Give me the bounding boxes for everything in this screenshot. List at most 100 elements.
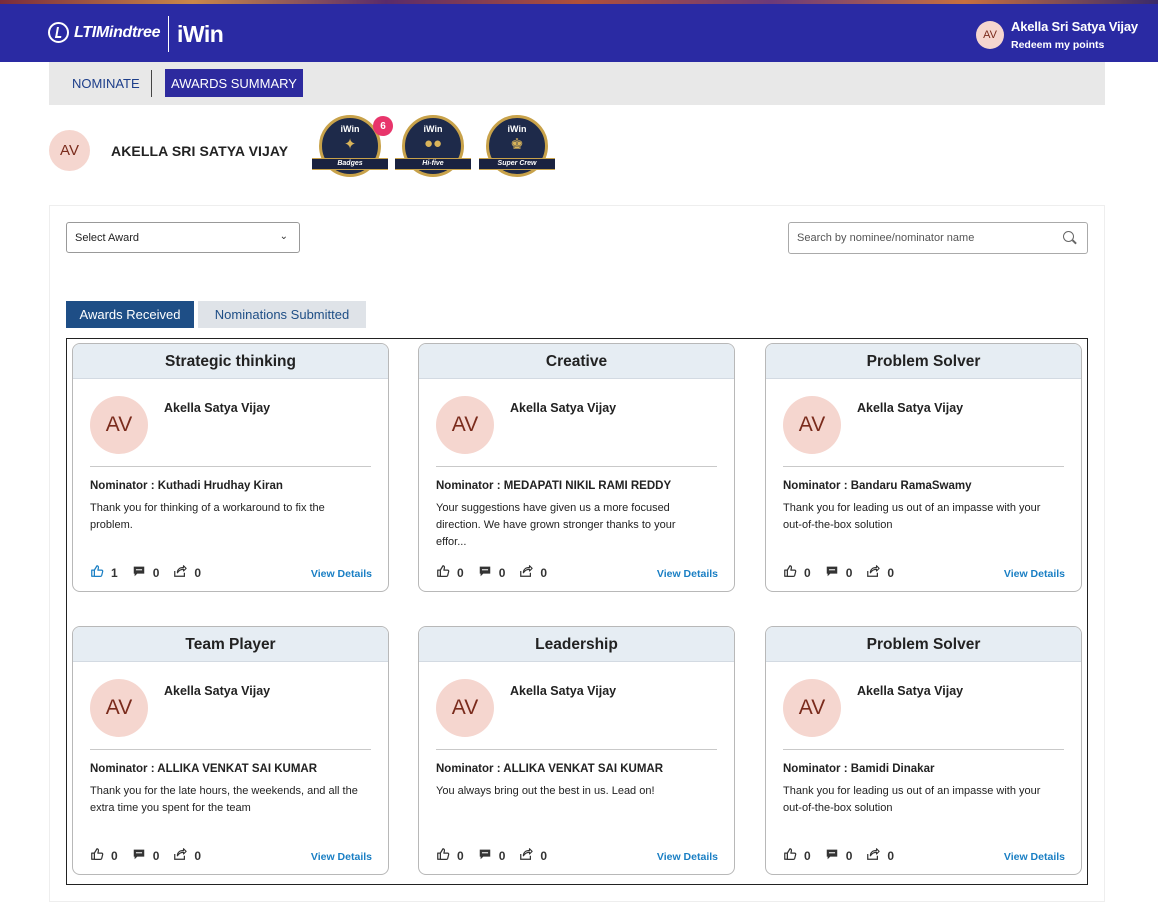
super-crew-badge[interactable]: iWin ♚ Super Crew: [479, 115, 555, 181]
award-card[interactable]: Creative AV Akella Satya Vijay Nominator : …: [418, 343, 735, 592]
share-count: 0: [887, 848, 895, 863]
award-select[interactable]: Select Award ⌄: [66, 222, 300, 253]
tab-divider: [151, 70, 152, 97]
award-card[interactable]: Problem Solver AV Akella Satya Vijay Nomina…: [765, 343, 1082, 592]
comment-button[interactable]: 0: [132, 564, 159, 581]
profile-name: AKELLA SRI SATYA VIJAY: [111, 143, 289, 159]
thumbs-up-icon: [90, 564, 104, 581]
award-select-value: Select Award: [75, 232, 140, 244]
award-message: Thank you for the late hours, the weeken…: [90, 785, 358, 814]
card-stats: 0 0 0: [436, 564, 561, 581]
comment-count: 0: [498, 565, 506, 580]
comment-icon: [478, 847, 492, 864]
award-message: Your suggestions have given us a more fo…: [436, 502, 676, 548]
hi-five-badge[interactable]: iWin ●● Hi-five: [395, 115, 471, 181]
award-card[interactable]: Team Player AV Akella Satya Vijay Nominator…: [72, 626, 389, 875]
share-button[interactable]: 0: [519, 847, 547, 864]
like-button[interactable]: 0: [436, 564, 464, 581]
card-stats: 0 0 0: [90, 847, 215, 864]
view-details-link[interactable]: View Details: [311, 568, 372, 580]
redeem-points-link[interactable]: Redeem my points: [1011, 39, 1138, 51]
award-card[interactable]: Strategic thinking AV Akella Satya Vijay No…: [72, 343, 389, 592]
divider: [90, 749, 371, 750]
thumbs-up-icon: [436, 564, 450, 581]
share-icon: [173, 847, 188, 864]
trophy-glyph-icon: ♚: [510, 136, 524, 153]
view-details-link[interactable]: View Details: [311, 851, 372, 863]
view-details-link[interactable]: View Details: [657, 851, 718, 863]
comment-count: 0: [498, 848, 506, 863]
nominator-name: Nominator : ALLIKA VENKAT SAI KUMAR: [436, 763, 664, 775]
nominator-name: Nominator : Kuthadi Hrudhay Kiran: [90, 480, 283, 492]
share-button[interactable]: 0: [173, 564, 201, 581]
comment-button[interactable]: 0: [478, 847, 506, 864]
comment-button[interactable]: 0: [478, 564, 506, 581]
share-button[interactable]: 0: [173, 847, 201, 864]
like-button[interactable]: 0: [783, 847, 811, 864]
thumbs-up-icon: [783, 564, 797, 581]
avatar: AV: [783, 396, 841, 454]
nominee-name: Akella Satya Vijay: [857, 401, 964, 415]
like-count: 0: [457, 565, 464, 580]
ltimindtree-logo[interactable]: LTIMindtree: [48, 22, 160, 43]
like-count: 0: [457, 848, 464, 863]
avatar: AV: [90, 679, 148, 737]
like-button[interactable]: 1: [90, 564, 118, 581]
tab-awards-summary[interactable]: AWARDS SUMMARY: [165, 69, 303, 97]
share-button[interactable]: 0: [519, 564, 547, 581]
card-stats: 0 0 0: [783, 564, 908, 581]
award-title: Problem Solver: [766, 627, 1081, 662]
comment-count: 0: [152, 848, 160, 863]
tab-nominations-submitted[interactable]: Nominations Submitted: [198, 301, 366, 328]
iwin-logo[interactable]: iWin: [177, 21, 224, 48]
search-input[interactable]: [797, 232, 1057, 244]
award-title: Strategic thinking: [73, 344, 388, 379]
tab-nominate[interactable]: NOMINATE: [72, 76, 140, 91]
share-count: 0: [540, 848, 548, 863]
view-details-link[interactable]: View Details: [1004, 851, 1065, 863]
share-count: 0: [194, 565, 202, 580]
nominee-name: Akella Satya Vijay: [510, 684, 617, 698]
share-icon: [866, 564, 881, 581]
comment-count: 0: [845, 848, 853, 863]
share-button[interactable]: 0: [866, 564, 894, 581]
app-header: LTIMindtree iWin AV Akella Sri Satya Vij…: [0, 4, 1158, 62]
award-message: Thank you for leading us out of an impas…: [783, 502, 1041, 531]
badge-logo: iWin: [423, 124, 443, 134]
award-title: Leadership: [419, 627, 734, 662]
comment-button[interactable]: 0: [825, 564, 852, 581]
like-button[interactable]: 0: [783, 564, 811, 581]
nominee-name: Akella Satya Vijay: [510, 401, 617, 415]
award-card[interactable]: Problem Solver AV Akella Satya Vijay Nomina…: [765, 626, 1082, 875]
like-button[interactable]: 0: [436, 847, 464, 864]
avatar[interactable]: AV: [976, 21, 1004, 49]
share-icon: [519, 847, 534, 864]
search-box[interactable]: [788, 222, 1088, 254]
view-details-link[interactable]: View Details: [1004, 568, 1065, 580]
avatar: AV: [90, 396, 148, 454]
card-stats: 0 0 0: [783, 847, 908, 864]
comment-button[interactable]: 0: [132, 847, 160, 864]
share-count: 0: [540, 565, 548, 580]
tab-awards-received[interactable]: Awards Received: [66, 301, 194, 328]
user-name: Akella Sri Satya Vijay: [1011, 19, 1138, 34]
badge-logo: iWin: [507, 124, 527, 134]
like-count: 0: [111, 848, 118, 863]
thumbs-up-icon: [436, 847, 450, 864]
view-details-link[interactable]: View Details: [657, 568, 718, 580]
award-message: Thank you for thinking of a workaround t…: [90, 502, 325, 531]
share-icon: [866, 847, 881, 864]
brand-name: LTIMindtree: [74, 23, 161, 41]
comment-button[interactable]: 0: [825, 847, 853, 864]
nominator-name: Nominator : MEDAPATI NIKIL RAMI REDDY: [436, 480, 672, 492]
user-menu[interactable]: AV Akella Sri Satya Vijay Redeem my poin…: [976, 19, 1138, 51]
share-count: 0: [194, 848, 202, 863]
like-button[interactable]: 0: [90, 847, 118, 864]
nominator-name: Nominator : Bamidi Dinakar: [783, 763, 935, 775]
search-icon[interactable]: [1063, 231, 1074, 242]
share-button[interactable]: 0: [866, 847, 894, 864]
logo-divider: [168, 16, 169, 52]
ltimindtree-logo-icon: [48, 22, 69, 43]
avatar: AV: [783, 679, 841, 737]
award-card[interactable]: Leadership AV Akella Satya Vijay Nominator …: [418, 626, 735, 875]
